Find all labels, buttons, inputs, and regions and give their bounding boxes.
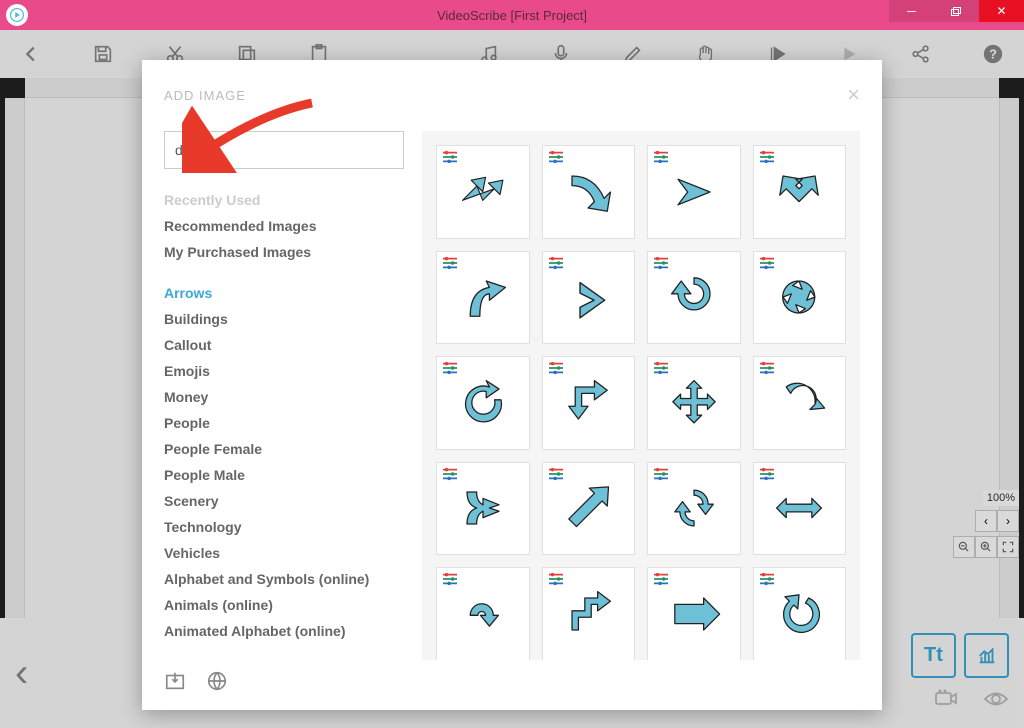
section-item[interactable]: Recommended Images <box>164 213 392 239</box>
maximize-button[interactable] <box>934 0 979 22</box>
category-item[interactable]: Animals (online) <box>164 592 392 618</box>
add-image-modal: ADD IMAGE × Recently UsedRecommended Ima… <box>142 60 882 710</box>
category-item[interactable]: Scenery <box>164 488 392 514</box>
category-item[interactable]: Emojis <box>164 358 392 384</box>
search-input[interactable] <box>164 131 404 169</box>
image-tile[interactable] <box>436 356 530 450</box>
category-list[interactable]: Recently UsedRecommended ImagesMy Purcha… <box>164 187 404 660</box>
category-item[interactable]: Animated Alphabet (online) <box>164 618 392 644</box>
import-icon[interactable] <box>164 670 186 692</box>
image-tile[interactable] <box>436 462 530 556</box>
app-icon <box>6 4 28 26</box>
image-tile[interactable] <box>436 145 530 239</box>
image-tile[interactable] <box>647 145 741 239</box>
image-tile[interactable] <box>647 462 741 556</box>
image-tile[interactable] <box>436 251 530 345</box>
category-item[interactable]: Vehicles <box>164 540 392 566</box>
image-tile[interactable] <box>753 251 847 345</box>
section-item[interactable]: My Purchased Images <box>164 239 392 265</box>
web-icon[interactable] <box>206 670 228 692</box>
category-item[interactable]: Callout <box>164 332 392 358</box>
image-tile[interactable] <box>542 462 636 556</box>
image-tile[interactable] <box>753 356 847 450</box>
section-item[interactable]: Recently Used <box>164 187 392 213</box>
image-tile[interactable] <box>753 145 847 239</box>
category-item[interactable]: Alphabet and Symbols (online) <box>164 566 392 592</box>
modal-close-button[interactable]: × <box>847 82 860 108</box>
category-item[interactable]: People Female <box>164 436 392 462</box>
window-title: VideoScribe [First Project] <box>437 8 587 23</box>
category-item[interactable]: Buildings <box>164 306 392 332</box>
image-tile[interactable] <box>542 145 636 239</box>
image-tile[interactable] <box>647 567 741 660</box>
image-tile[interactable] <box>542 567 636 660</box>
image-grid <box>436 145 846 660</box>
window-controls: ─ ✕ <box>889 0 1024 30</box>
image-tile[interactable] <box>647 251 741 345</box>
image-tile[interactable] <box>542 251 636 345</box>
category-item[interactable]: People <box>164 410 392 436</box>
image-tile[interactable] <box>753 567 847 660</box>
image-tile[interactable] <box>647 356 741 450</box>
category-item[interactable]: People Male <box>164 462 392 488</box>
category-item[interactable]: Money <box>164 384 392 410</box>
image-tile[interactable] <box>436 567 530 660</box>
image-tile[interactable] <box>753 462 847 556</box>
window-titlebar: VideoScribe [First Project] ─ ✕ <box>0 0 1024 30</box>
image-tile[interactable] <box>542 356 636 450</box>
minimize-button[interactable]: ─ <box>889 0 934 22</box>
modal-title: ADD IMAGE <box>164 88 246 103</box>
close-button[interactable]: ✕ <box>979 0 1024 22</box>
category-item[interactable]: Arrows <box>164 280 392 306</box>
category-item[interactable]: Technology <box>164 514 392 540</box>
